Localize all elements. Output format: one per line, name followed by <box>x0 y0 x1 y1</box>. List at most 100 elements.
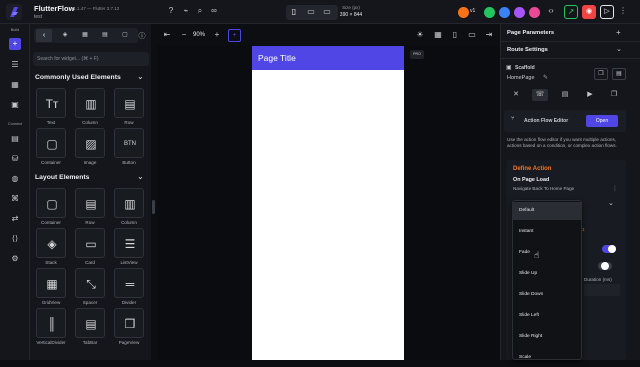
share-icon[interactable]: ↗ <box>564 5 578 19</box>
phone-preview[interactable] <box>252 46 404 360</box>
dropdown-option-slide-up[interactable]: Slide Up <box>512 265 582 283</box>
zoom-level[interactable]: 90% <box>193 32 205 38</box>
run-icon[interactable]: ◉ <box>582 5 596 19</box>
second-toggle[interactable] <box>598 262 612 270</box>
widget-tile-verticaldivider[interactable]: ║ <box>36 308 66 338</box>
desktop-icon[interactable]: ▭ <box>322 7 332 16</box>
zoom-in-icon[interactable]: + <box>212 30 222 39</box>
widget-tile-column[interactable]: ▥ <box>114 188 144 218</box>
lightning-icon[interactable]: ⌁ <box>181 6 191 15</box>
action-menu-icon[interactable]: ⋮ <box>612 185 618 192</box>
chevron-down-icon[interactable]: ⌄ <box>608 199 614 207</box>
back-arrow-icon[interactable]: ‹ <box>36 29 52 42</box>
route-settings-label[interactable]: Route Settings <box>507 47 548 53</box>
light-mode-icon[interactable]: ☀ <box>415 30 425 39</box>
base-icon[interactable]: ▢ <box>120 31 130 38</box>
add-widget-icon[interactable]: + <box>228 29 241 42</box>
widget-tile-listview[interactable]: ☰ <box>114 228 144 258</box>
navigate-back-label[interactable]: Navigate Back To Home Page <box>513 186 574 192</box>
widget-tile-container[interactable]: ▢ <box>36 128 66 158</box>
widget-tile-divider[interactable]: ═ <box>114 268 144 298</box>
dropdown-option-instant[interactable]: Instant <box>512 223 582 241</box>
firestore-icon[interactable]: ⛁ <box>10 154 20 164</box>
translate-icon[interactable]: ⌘ <box>10 194 20 204</box>
open-action-flow-button[interactable]: Open <box>586 115 618 127</box>
dropdown-option-slide-right[interactable]: Slide Right <box>512 328 582 346</box>
chevron-down-icon[interactable]: ⌄ <box>137 72 144 81</box>
theme-icon[interactable]: ◍ <box>10 174 20 184</box>
tablet-icon[interactable]: ▭ <box>306 7 316 16</box>
widget-tile-row[interactable]: ▤ <box>114 88 144 118</box>
layout-icon[interactable]: ▦ <box>80 31 90 38</box>
chevron-down-icon[interactable]: ⌄ <box>616 45 622 53</box>
search-icon[interactable]: ⌕ <box>195 6 205 16</box>
image-icon: ▨ <box>85 137 97 151</box>
widget-tree-icon[interactable]: ☰ <box>10 60 20 70</box>
storyboard-icon[interactable]: ▦ <box>10 80 20 90</box>
page-parameters-label[interactable]: Page Parameters <box>507 30 554 36</box>
collapse-left-icon[interactable]: ⇤ <box>162 30 172 39</box>
paste-icon[interactable]: ▤ <box>612 68 626 80</box>
check-icon[interactable] <box>484 6 495 18</box>
actions-tab-icon[interactable]: ☏ <box>532 89 548 101</box>
property-tabs: ✕ ☏ ▤ ▶ ❐ <box>504 88 626 102</box>
widget-tile-stack[interactable]: ◈ <box>36 228 66 258</box>
dropdown-option-scale[interactable]: Scale <box>512 349 582 367</box>
grid-icon[interactable]: ▦ <box>433 30 443 39</box>
scaffold-name[interactable]: HomePage <box>507 75 535 81</box>
widget-tile-gridview[interactable]: ▦ <box>36 268 66 298</box>
on-page-load-label: On Page Load <box>513 177 550 183</box>
api-icon[interactable]: ⇄ <box>10 214 20 224</box>
info-icon[interactable]: ⓘ <box>137 31 147 41</box>
widget-palette-icon[interactable]: + <box>9 38 21 50</box>
animations-tab-icon[interactable]: ▶ <box>582 89 598 101</box>
page-title[interactable]: Page Title <box>258 53 296 63</box>
forms-icon[interactable]: ▤ <box>100 31 110 38</box>
widget-tile-pageview[interactable]: ❒ <box>114 308 144 338</box>
settings-circle-icon[interactable] <box>529 6 540 18</box>
components-icon[interactable]: ◈ <box>60 31 70 38</box>
widget-tile-container[interactable]: ▢ <box>36 188 66 218</box>
widget-tile-text[interactable]: Tт <box>36 88 66 118</box>
widget-tile-button[interactable]: BTN <box>114 128 144 158</box>
widget-tile-card[interactable]: ▭ <box>75 228 105 258</box>
edit-icon[interactable]: ✎ <box>543 74 548 81</box>
dropdown-option-slide-down[interactable]: Slide Down <box>512 286 582 304</box>
dropdown-option-default[interactable]: Default <box>512 202 582 220</box>
copy-icon[interactable]: ❐ <box>594 68 608 80</box>
widget-tile-spacer[interactable]: ⤡ <box>75 268 105 298</box>
more-icon[interactable]: ⋮ <box>618 6 628 15</box>
docs-tab-icon[interactable]: ❐ <box>606 89 622 101</box>
phone-icon[interactable]: ▯ <box>289 7 299 16</box>
rotate-icon[interactable]: ▭ <box>467 30 477 39</box>
code-icon[interactable]: ‹› <box>546 6 556 15</box>
test-icon[interactable] <box>514 6 525 18</box>
collapse-right-icon[interactable]: ⇥ <box>484 30 494 39</box>
device-frame-icon[interactable]: ▯ <box>450 30 460 39</box>
widget-tile-image[interactable]: ▨ <box>75 128 105 158</box>
custom-code-icon[interactable]: ⟨⟩ <box>10 234 20 244</box>
add-parameter-icon[interactable]: + <box>616 28 621 37</box>
bug-icon[interactable] <box>499 6 510 18</box>
settings-icon[interactable]: ⚙ <box>10 254 20 264</box>
widget-tile-tabbar[interactable]: ▤ <box>75 308 105 338</box>
branch-icon[interactable] <box>458 6 469 18</box>
widget-tile-column[interactable]: ▥ <box>75 88 105 118</box>
widget-tile-row[interactable]: ▤ <box>75 188 105 218</box>
chevron-down-icon[interactable]: ⌄ <box>137 172 144 181</box>
dropdown-option-slide-left[interactable]: Slide Left <box>512 307 582 325</box>
preview-icon[interactable]: ▷ <box>600 5 614 19</box>
link-icon[interactable]: ∞ <box>209 6 219 15</box>
widget-search-field[interactable]: Search for widget... (⌘ + F) <box>33 52 149 66</box>
duration-input[interactable] <box>584 284 620 296</box>
data-types-icon[interactable]: ▤ <box>10 134 20 144</box>
help-icon[interactable]: ? <box>166 6 176 15</box>
properties-tab-icon[interactable]: ✕ <box>508 89 524 101</box>
container-icon: ▢ <box>46 197 58 211</box>
transition-toggle[interactable] <box>602 245 616 253</box>
backend-query-tab-icon[interactable]: ▤ <box>557 89 573 101</box>
palette-scrollbar[interactable] <box>152 200 155 214</box>
zoom-out-icon[interactable]: − <box>179 30 189 39</box>
dropdown-option-fade[interactable]: Fade <box>512 244 582 262</box>
media-icon[interactable]: ▣ <box>10 100 20 110</box>
